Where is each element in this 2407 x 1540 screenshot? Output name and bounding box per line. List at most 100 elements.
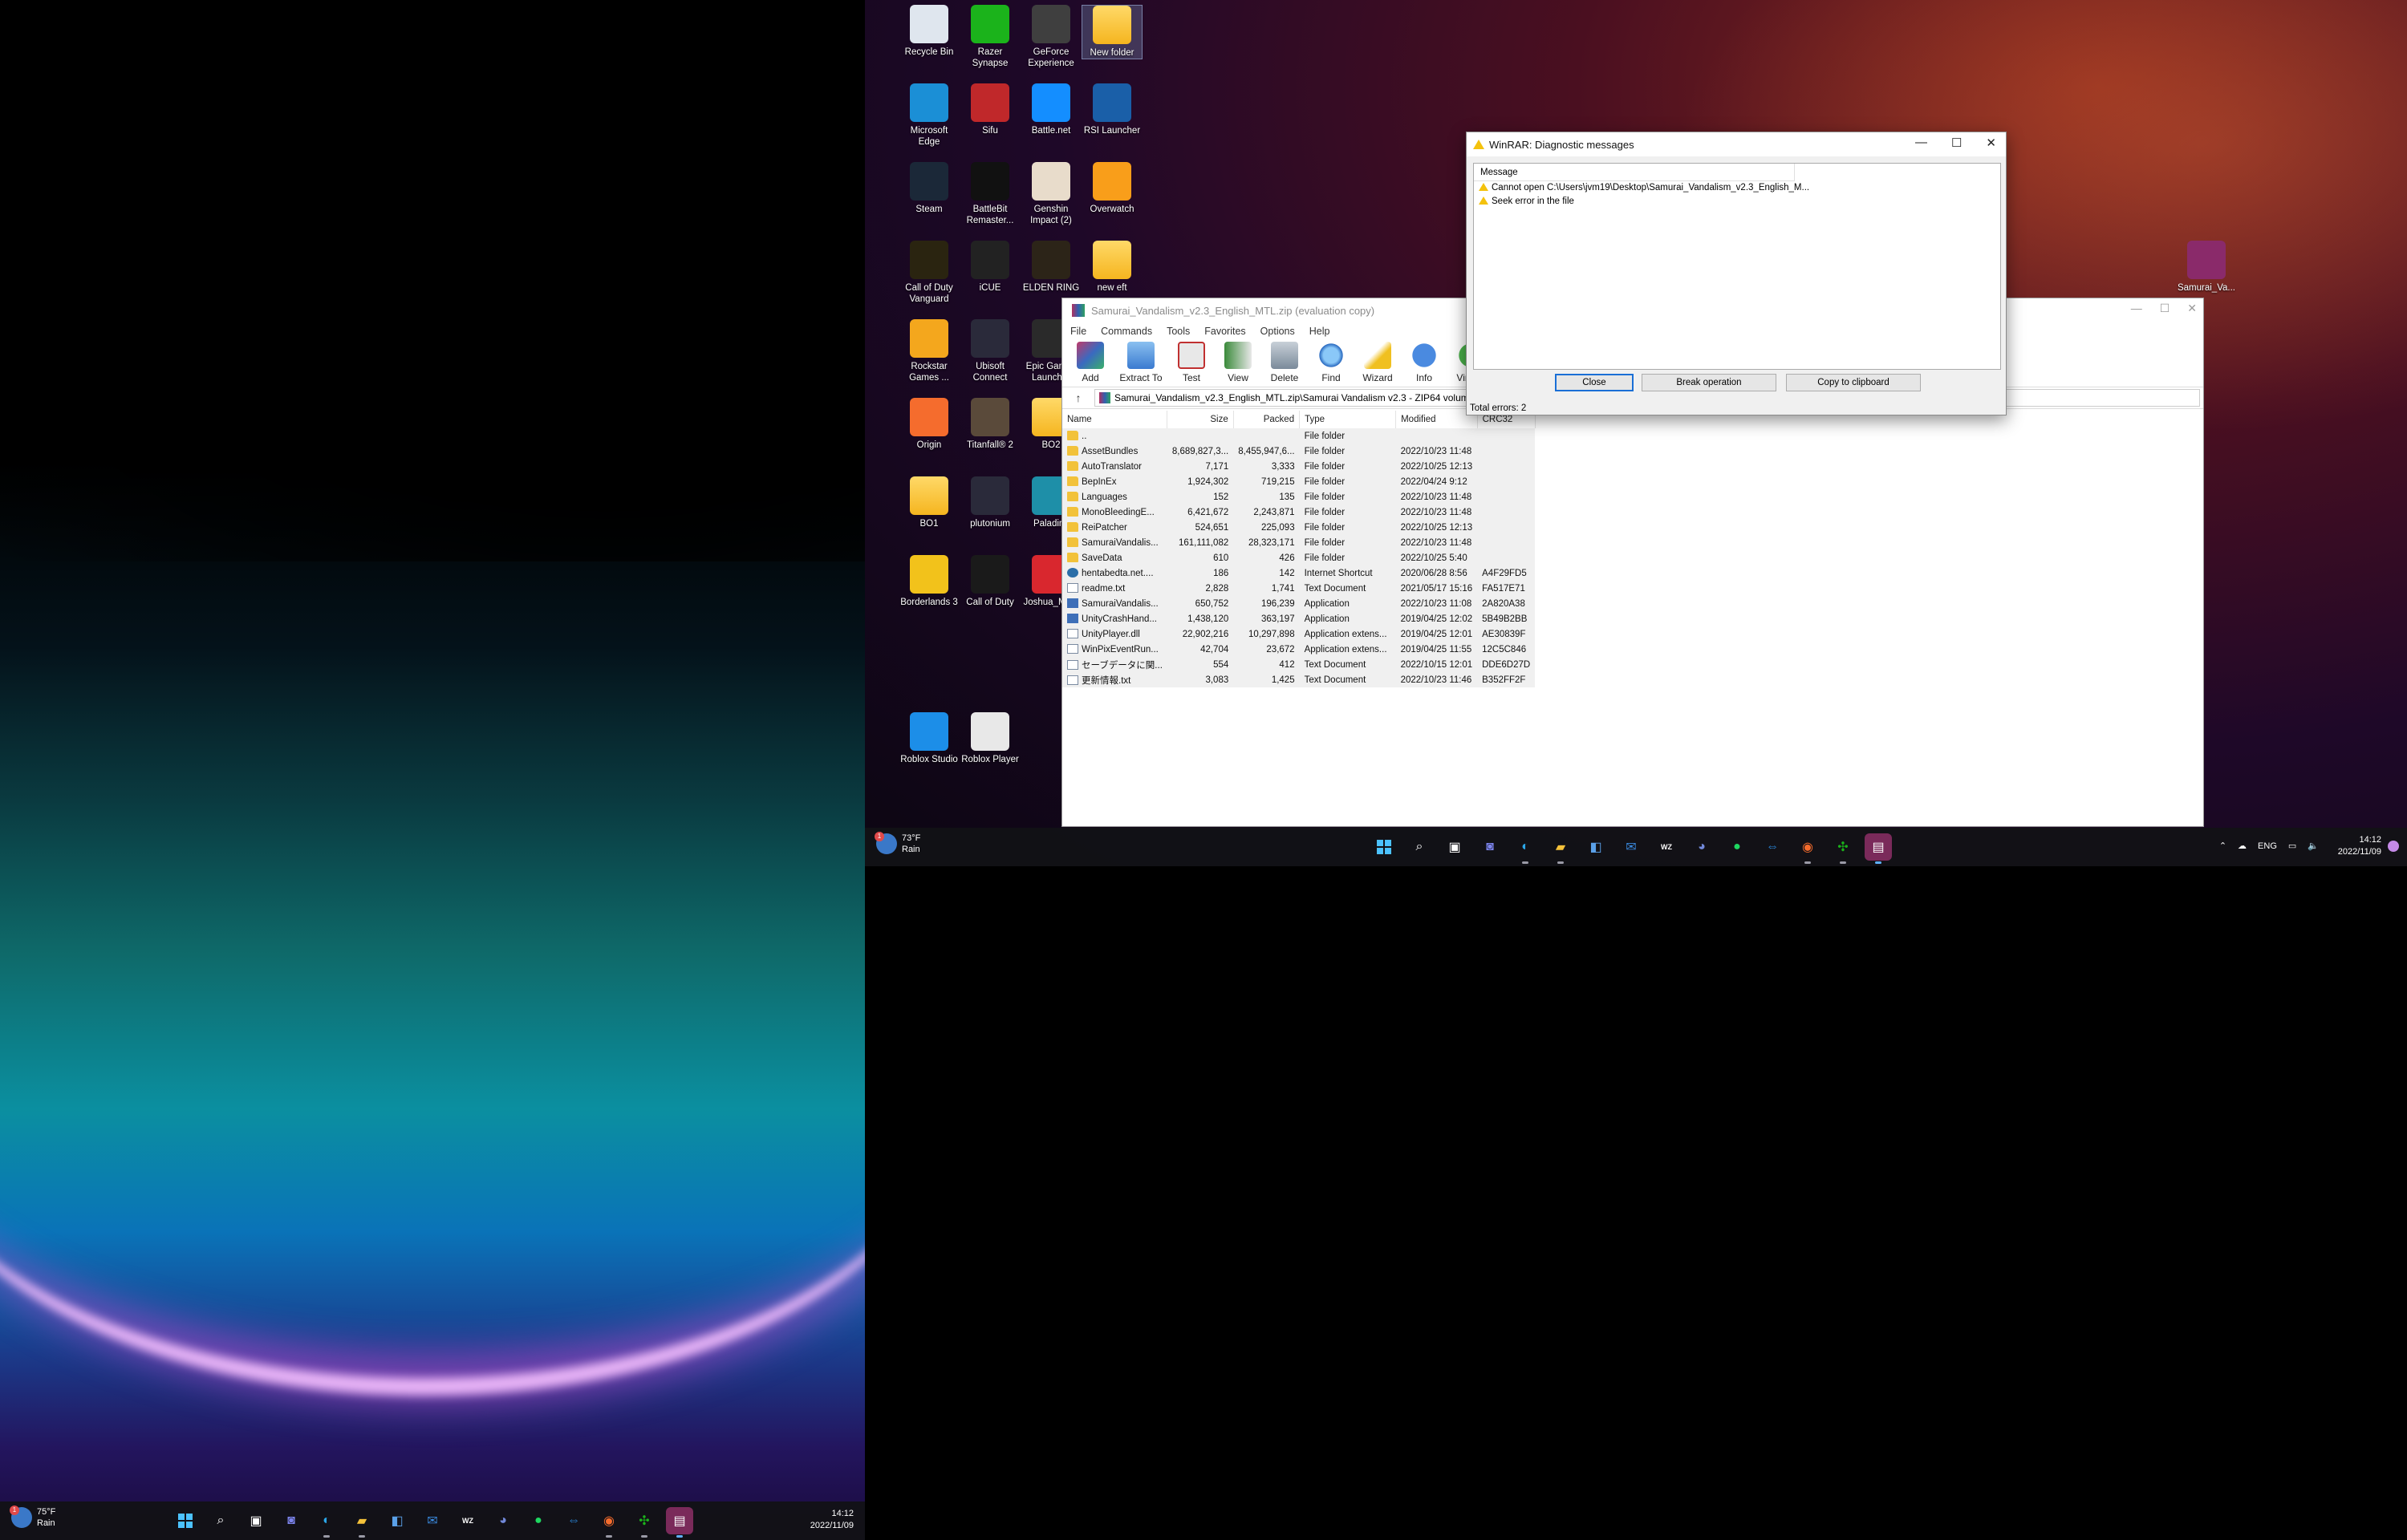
maximize-icon[interactable]: ☐: [1951, 136, 1962, 150]
search-icon[interactable]: ⌕: [1406, 833, 1433, 861]
file-row[interactable]: Languages 152 135 File folder 2022/10/23 11:…: [1062, 489, 1536, 505]
edge-icon[interactable]: ◐: [313, 1507, 340, 1538]
weather-widget[interactable]: 1 73°F Rain: [875, 832, 920, 855]
file-row[interactable]: SamuraiVandalis... 650,752 196,239 Applicat…: [1062, 596, 1536, 611]
store-icon[interactable]: ◧: [384, 1507, 411, 1534]
right-clock[interactable]: 14:12 2022/11/09: [2338, 834, 2381, 858]
warzone-icon[interactable]: WZ: [1653, 833, 1680, 861]
desktop-icon[interactable]: Sifu: [960, 83, 1021, 136]
desktop-icon[interactable]: Roblox Player: [960, 712, 1021, 765]
warzone-icon[interactable]: WZ: [454, 1507, 481, 1534]
desktop-icon[interactable]: Battle.net: [1021, 83, 1082, 136]
desktop-icon[interactable]: plutonium: [960, 476, 1021, 529]
file-explorer-icon[interactable]: ▰: [348, 1507, 375, 1538]
file-row[interactable]: UnityPlayer.dll 22,902,216 10,297,898 Appli…: [1062, 626, 1536, 642]
mail-icon[interactable]: ✉: [419, 1507, 446, 1534]
start-icon[interactable]: [172, 1507, 199, 1534]
winrar-icon[interactable]: ▤: [1865, 833, 1892, 864]
file-explorer-icon[interactable]: ▰: [1547, 833, 1574, 864]
col-type[interactable]: Type: [1299, 411, 1397, 428]
desktop-icon[interactable]: Razer Synapse: [960, 5, 1021, 69]
minimize-icon[interactable]: —: [1915, 136, 1927, 150]
task-view-icon[interactable]: ▣: [242, 1507, 270, 1534]
close-button[interactable]: Close: [1555, 374, 1634, 391]
file-row[interactable]: readme.txt 2,828 1,741 Text Document 2021/05…: [1062, 581, 1536, 596]
col-packed[interactable]: Packed: [1233, 411, 1301, 428]
desktop-icon[interactable]: Genshin Impact (2): [1021, 162, 1082, 226]
minimize-icon[interactable]: —: [2131, 302, 2142, 315]
task-view-icon[interactable]: ▣: [1441, 833, 1468, 861]
desktop-icon[interactable]: Rockstar Games ...: [899, 319, 960, 383]
chat-icon[interactable]: ◙: [1476, 833, 1504, 861]
close-icon[interactable]: ✕: [2187, 302, 2197, 315]
up-arrow-icon[interactable]: ↑: [1062, 391, 1094, 404]
chevron-up-icon[interactable]: ⌃: [2219, 841, 2226, 851]
origin-icon[interactable]: ◉: [595, 1507, 623, 1538]
delete-button[interactable]: Delete: [1266, 342, 1303, 383]
file-row[interactable]: SamuraiVandalis... 161,111,082 28,323,171 F…: [1062, 535, 1536, 550]
menu-help[interactable]: Help: [1309, 326, 1330, 337]
desktop-icon[interactable]: Call of Duty Vanguard: [899, 241, 960, 305]
mail-icon[interactable]: ✉: [1618, 833, 1645, 861]
file-row[interactable]: ReiPatcher 524,651 225,093 File folder 2022/…: [1062, 520, 1536, 535]
copy-to-clipboard-button[interactable]: Copy to clipboard: [1786, 374, 1921, 391]
menu-commands[interactable]: Commands: [1101, 326, 1152, 337]
file-row[interactable]: AssetBundles 8,689,827,3... 8,455,947,6...…: [1062, 444, 1536, 459]
view-button[interactable]: View: [1220, 342, 1256, 383]
test-button[interactable]: Test: [1173, 342, 1210, 383]
discord-icon[interactable]: ◕: [1688, 833, 1715, 861]
onedrive-icon[interactable]: ☁: [2238, 841, 2247, 851]
left-clock[interactable]: 14:12 2022/11/09: [810, 1508, 854, 1532]
edge-icon[interactable]: ◐: [1512, 833, 1539, 864]
discord-icon[interactable]: ◕: [489, 1507, 517, 1534]
notification-icon[interactable]: [2388, 841, 2399, 852]
add-button[interactable]: Add: [1072, 342, 1109, 383]
desktop-icon[interactable]: iCUE: [960, 241, 1021, 294]
break-operation-button[interactable]: Break operation: [1642, 374, 1776, 391]
file-row[interactable]: WinPixEventRun... 42,704 23,672 Application…: [1062, 642, 1536, 657]
desktop-icon[interactable]: new eft: [1082, 241, 1143, 294]
network-icon[interactable]: ▭: [2288, 841, 2296, 851]
file-row[interactable]: .. File folder: [1062, 428, 1536, 444]
file-row[interactable]: MonoBleedingE... 6,421,672 2,243,871 File f…: [1062, 505, 1536, 520]
file-row[interactable]: 更新情報.txt 3,083 1,425 Text Document 2022/10/2…: [1062, 672, 1536, 687]
desktop-icon[interactable]: GeForce Experience: [1021, 5, 1082, 69]
menu-favorites[interactable]: Favorites: [1204, 326, 1245, 337]
desktop-icon[interactable]: Titanfall® 2: [960, 398, 1021, 451]
desktop-icon[interactable]: BattleBit Remaster...: [960, 162, 1021, 226]
message-list[interactable]: Message Cannot open C:\Users\jvm19\Deskt…: [1473, 163, 2001, 370]
file-row[interactable]: hentabedta.net.... 186 142 Internet Shortcu…: [1062, 565, 1536, 581]
search-icon[interactable]: ⌕: [207, 1507, 234, 1534]
razer-icon[interactable]: ✣: [631, 1507, 658, 1538]
close-icon[interactable]: ✕: [1986, 136, 1996, 150]
desktop-icon[interactable]: Steam: [899, 162, 960, 215]
desktop-icon[interactable]: Recycle Bin: [899, 5, 960, 58]
col-modified[interactable]: Modified: [1395, 411, 1478, 428]
desktop-icon[interactable]: Microsoft Edge: [899, 83, 960, 148]
store-icon[interactable]: ◧: [1582, 833, 1609, 861]
file-row[interactable]: SaveData 610 426 File folder 2022/10/25 5:40: [1062, 550, 1536, 565]
origin-icon[interactable]: ◉: [1794, 833, 1821, 864]
volume-icon[interactable]: 🔈: [2308, 841, 2319, 851]
desktop-icon[interactable]: Samurai_Va...: [2176, 241, 2237, 294]
col-name[interactable]: Name: [1062, 411, 1168, 428]
desktop-icon[interactable]: Ubisoft Connect: [960, 319, 1021, 383]
teamviewer-icon[interactable]: ⇔: [1759, 833, 1786, 861]
wizard-button[interactable]: Wizard: [1359, 342, 1396, 383]
desktop-icon[interactable]: Origin: [899, 398, 960, 451]
desktop-icon[interactable]: ELDEN RING: [1021, 241, 1082, 294]
extract-to-button[interactable]: Extract To: [1118, 342, 1163, 383]
desktop-icon[interactable]: Roblox Studio: [899, 712, 960, 765]
winrar-icon[interactable]: ▤: [666, 1507, 693, 1538]
desktop-icon[interactable]: New folder: [1082, 5, 1143, 59]
message-row[interactable]: Seek error in the file: [1474, 195, 2000, 209]
message-row[interactable]: Cannot open C:\Users\jvm19\Desktop\Samur…: [1474, 181, 2000, 195]
menu-options[interactable]: Options: [1260, 326, 1295, 337]
desktop-icon[interactable]: BO1: [899, 476, 960, 529]
weather-widget[interactable]: 1 75°F Rain: [10, 1506, 55, 1529]
desktop-icon[interactable]: Call of Duty: [960, 555, 1021, 608]
razer-icon[interactable]: ✣: [1829, 833, 1857, 864]
file-row[interactable]: AutoTranslator 7,171 3,333 File folder 2022/…: [1062, 459, 1536, 474]
language-indicator[interactable]: ENG: [2258, 841, 2277, 851]
chat-icon[interactable]: ◙: [278, 1507, 305, 1534]
